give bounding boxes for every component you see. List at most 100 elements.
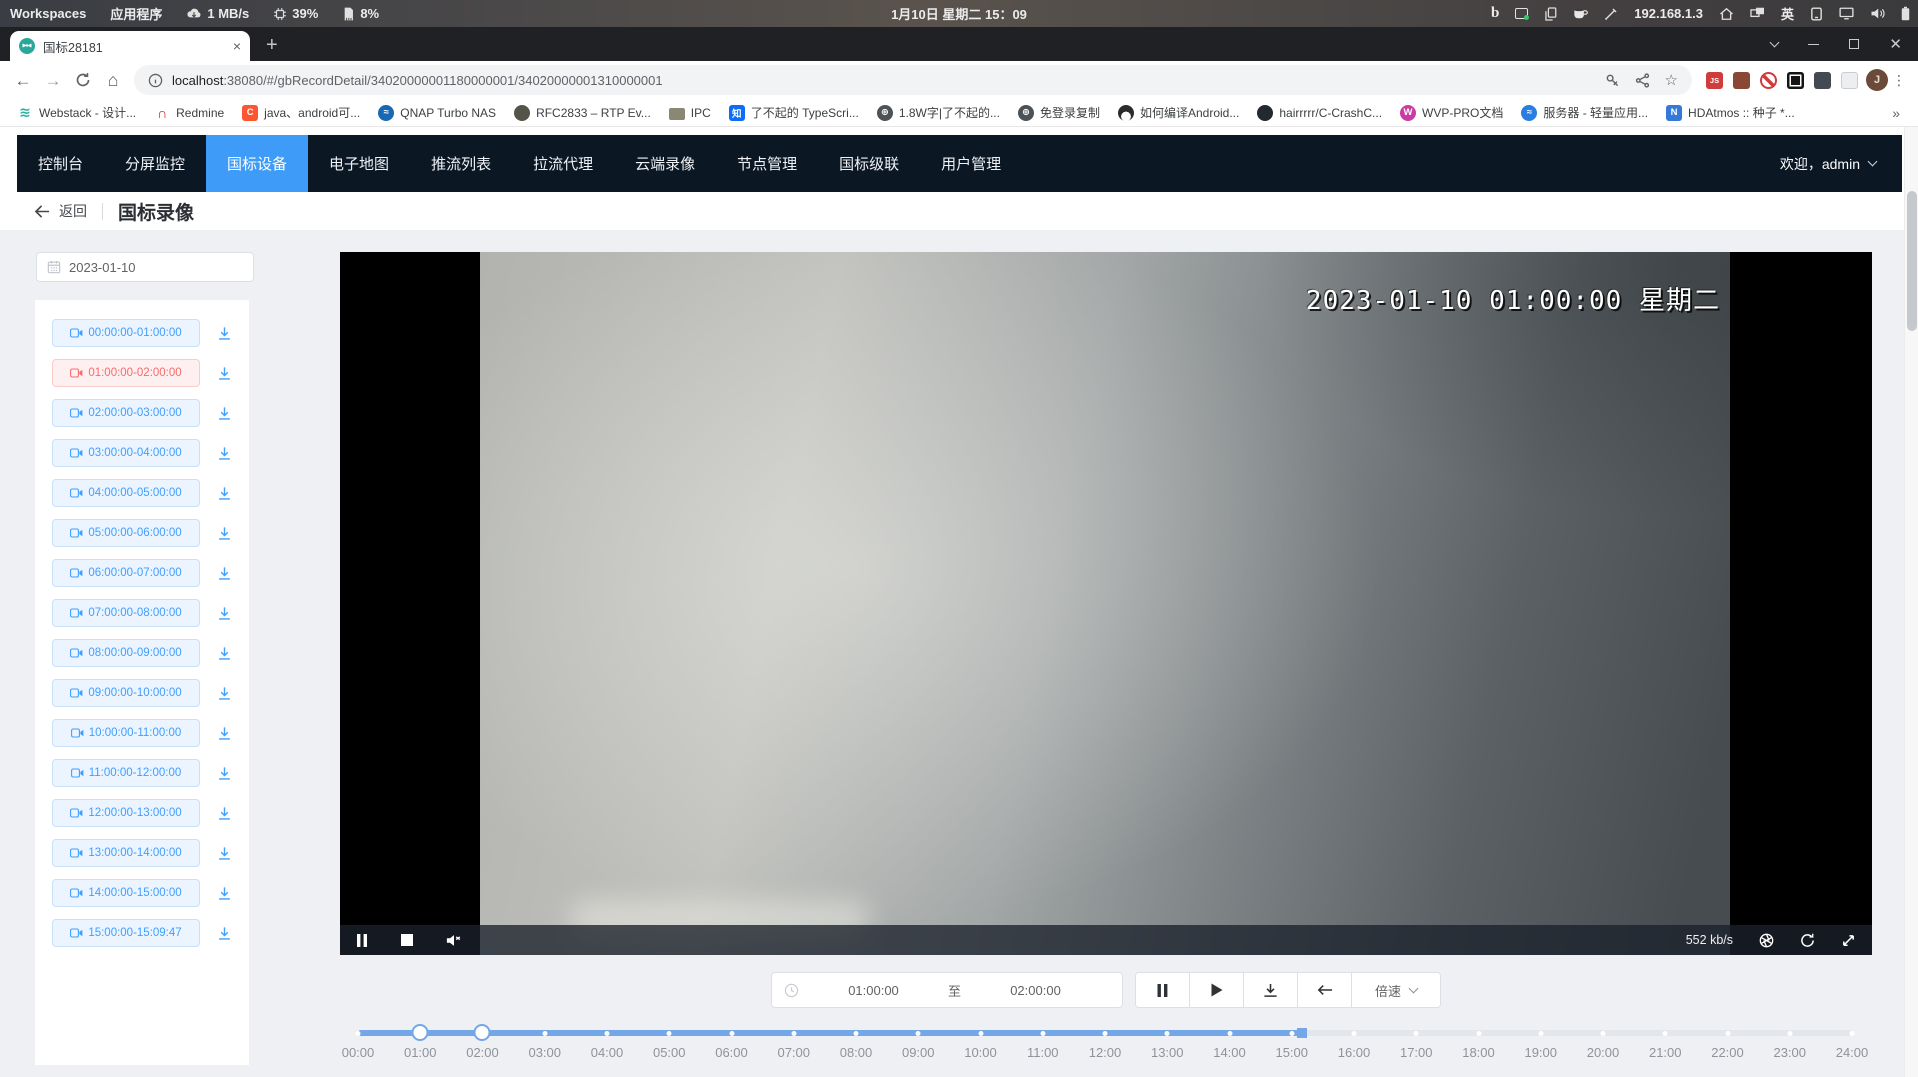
page-scrollbar[interactable] [1904,127,1918,1077]
start-time-value[interactable]: 01:00:00 [799,983,948,998]
download-record-icon[interactable] [215,364,234,383]
password-ext-icon[interactable] [1733,72,1750,89]
recording-range-button[interactable]: 05:00:00-06:00:00 [52,519,200,547]
window-minimize-icon[interactable] [1808,44,1819,45]
play-button[interactable] [1190,973,1244,1007]
battery-tray-icon[interactable] [1901,6,1910,21]
clock-button[interactable]: 1月10日 星期二 15：09 [891,4,1027,23]
nav-item-8[interactable]: 节点管理 [716,135,818,192]
forward-nav-icon[interactable]: → [38,72,68,89]
nav-item-9[interactable]: 国标级联 [818,135,920,192]
reload-icon[interactable] [68,72,98,88]
download-record-icon[interactable] [215,404,234,423]
password-key-icon[interactable] [1605,73,1620,88]
end-time-value[interactable]: 02:00:00 [961,983,1110,998]
bookmark-item[interactable]: 如何编译Android... [1109,101,1248,124]
recording-range-button[interactable]: 14:00:00-15:00:00 [52,879,200,907]
bing-tray-icon[interactable]: b [1491,5,1499,22]
download-record-icon[interactable] [215,684,234,703]
address-bar[interactable]: localhost:38080/#/gbRecordDetail/3402000… [134,65,1692,95]
nav-item-7[interactable]: 云端录像 [614,135,716,192]
phone-link-icon[interactable] [1810,7,1823,21]
light-ext-icon[interactable] [1841,72,1858,89]
bookmark-item[interactable]: 知了不起的 TypeScri... [720,101,868,124]
pause-button[interactable] [1136,973,1190,1007]
player-pause-icon[interactable] [356,934,368,947]
workspaces-button[interactable]: Workspaces [10,6,86,21]
recording-range-button[interactable]: 02:00:00-03:00:00 [52,399,200,427]
download-record-icon[interactable] [215,524,234,543]
recording-range-button[interactable]: 06:00:00-07:00:00 [52,559,200,587]
bookmark-item[interactable]: ⊕免登录复制 [1009,101,1109,124]
bookmark-item[interactable]: Cjava、android可... [233,101,369,124]
time-range-input[interactable]: 01:00:00 至 02:00:00 [771,972,1123,1008]
applications-button[interactable]: 应用程序 [110,4,162,23]
nav-item-10[interactable]: 用户管理 [920,135,1022,192]
recording-range-button[interactable]: 09:00:00-10:00:00 [52,679,200,707]
refresh-icon[interactable] [1800,933,1815,948]
timeline-handle[interactable] [412,1024,429,1041]
recording-range-button[interactable]: 15:00:00-15:09:47 [52,919,200,947]
player-stop-icon[interactable] [401,934,413,946]
recording-range-button[interactable]: 07:00:00-08:00:00 [52,599,200,627]
back-nav-icon[interactable]: ← [8,72,38,89]
snapshot-shutter-icon[interactable] [1759,933,1774,948]
timeline-slider[interactable]: 00:0001:0002:0003:0004:0005:0006:0007:00… [358,1030,1852,1070]
bookmark-item[interactable]: RFC2833 – RTP Ev... [505,102,660,124]
recording-range-button[interactable]: 08:00:00-09:00:00 [52,639,200,667]
tab-search-icon[interactable] [1770,38,1780,48]
volume-tray-icon[interactable] [1870,7,1885,20]
bookmark-item[interactable]: NHDAtmos :: 种子 *... [1657,101,1804,124]
ip-address-indicator[interactable]: 192.168.1.3 [1634,6,1703,21]
display-tray-icon[interactable] [1839,7,1854,20]
screenshot-tray-icon[interactable] [1515,8,1528,19]
bookmark-item[interactable]: ⊕1.8W字|了不起的... [868,101,1009,124]
bookmark-item[interactable]: ≋Webstack - 设计... [8,101,145,124]
download-record-icon[interactable] [215,844,234,863]
js-ext-icon[interactable]: JS [1706,72,1723,89]
window-close-icon[interactable]: ✕ [1889,37,1902,52]
download-record-icon[interactable] [215,804,234,823]
bookmark-item[interactable]: ∩Redmine [145,102,233,124]
nav-item-3[interactable]: 国标设备 [206,135,308,192]
download-record-icon[interactable] [215,444,234,463]
speed-select[interactable]: 倍速 [1352,973,1440,1007]
tab-close-icon[interactable]: × [233,39,241,53]
timeline-track[interactable] [358,1030,1852,1036]
bookmark-item[interactable]: ≈QNAP Turbo NAS [369,102,505,124]
fullscreen-icon[interactable] [1841,933,1856,948]
share-icon[interactable] [1635,73,1650,88]
download-record-icon[interactable] [215,884,234,903]
site-info-icon[interactable] [148,73,163,88]
bookmark-item[interactable]: WWVP-PRO文档 [1391,101,1512,124]
timeline-handle[interactable] [474,1024,491,1041]
bookmark-item[interactable]: IPC [660,103,720,123]
download-record-icon[interactable] [215,924,234,943]
workspace-switcher-icon[interactable] [1750,7,1765,20]
download-record-icon[interactable] [215,564,234,583]
browser-tab[interactable]: 国标28181 × [10,31,250,61]
home-tray-icon[interactable] [1719,7,1734,21]
nav-item-5[interactable]: 推流列表 [410,135,512,192]
timeline-position-marker[interactable] [1297,1028,1307,1038]
recording-range-button[interactable]: 01:00:00-02:00:00 [52,359,200,387]
blocker-ext-icon[interactable] [1760,72,1777,89]
browser-menu-icon[interactable]: ⋮ [1892,72,1906,89]
date-picker-input[interactable]: 2023-01-10 [36,252,254,282]
download-record-icon[interactable] [215,324,234,343]
download-record-icon[interactable] [215,724,234,743]
download-record-icon[interactable] [215,764,234,783]
recording-range-button[interactable]: 04:00:00-05:00:00 [52,479,200,507]
clipboard-tray-icon[interactable] [1544,7,1557,21]
back-button[interactable]: 返回 [34,201,87,221]
player-mute-icon[interactable] [446,934,462,947]
recording-range-button[interactable]: 00:00:00-01:00:00 [52,319,200,347]
bookmarks-overflow-icon[interactable]: » [1892,105,1918,121]
nav-item-4[interactable]: 电子地图 [308,135,410,192]
nav-item-6[interactable]: 拉流代理 [512,135,614,192]
seek-back-button[interactable] [1298,973,1352,1007]
recording-range-button[interactable]: 13:00:00-14:00:00 [52,839,200,867]
window-maximize-icon[interactable] [1849,39,1859,49]
recording-range-button[interactable]: 03:00:00-04:00:00 [52,439,200,467]
download-button[interactable] [1244,973,1298,1007]
